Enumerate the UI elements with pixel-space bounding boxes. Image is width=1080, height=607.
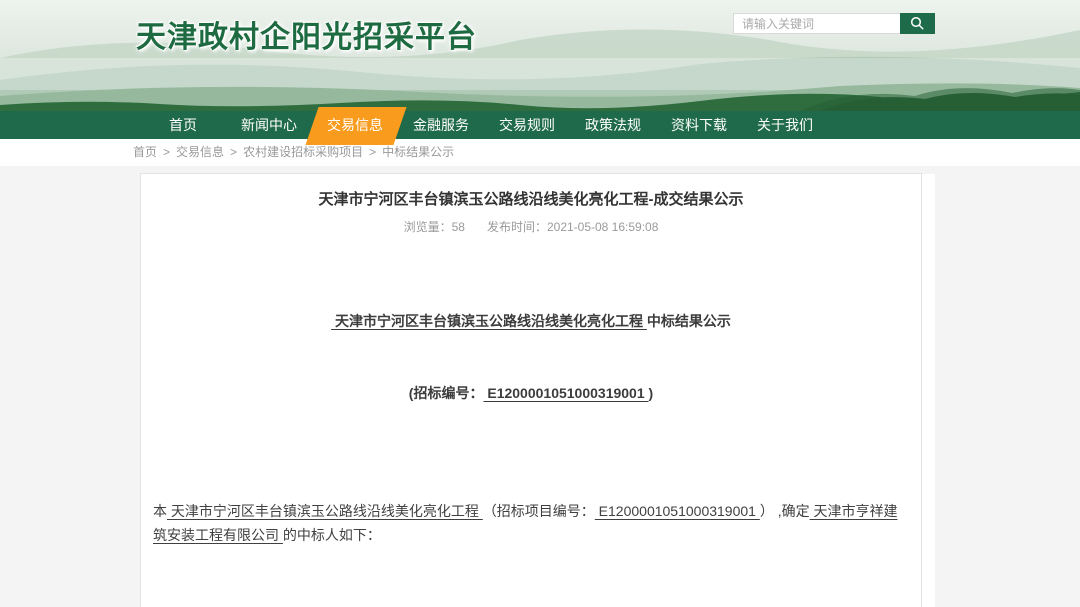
views-count: 58 bbox=[452, 220, 465, 234]
breadcrumb-rural-projects[interactable]: 农村建设招标采购项目 bbox=[243, 145, 363, 159]
breadcrumb-current: 中标结果公示 bbox=[382, 145, 454, 159]
breadcrumb-separator: > bbox=[230, 145, 237, 159]
result-subtitle: 天津市宁河区丰台镇滨玉公路线沿线美化亮化工程 中标结果公示 bbox=[153, 309, 909, 333]
article-meta: 浏览量：58 发布时间：2021-05-08 16:59:08 bbox=[153, 218, 909, 235]
announcement-panel: 天津市宁河区丰台镇滨玉公路线沿线美化亮化工程-成交结果公示 浏览量：58 发布时间… bbox=[140, 173, 922, 607]
breadcrumb-home[interactable]: 首页 bbox=[133, 145, 157, 159]
breadcrumb-separator: > bbox=[163, 145, 170, 159]
nav-item-news[interactable]: 新闻中心 bbox=[226, 111, 312, 139]
nav-item-downloads[interactable]: 资料下载 bbox=[656, 111, 742, 139]
search-input[interactable] bbox=[733, 13, 900, 34]
page-body: 天津市宁河区丰台镇滨玉公路线沿线美化亮化工程-成交结果公示 浏览量：58 发布时间… bbox=[0, 166, 1080, 607]
bid-number-line: (招标编号： E1200001051000319001 ) bbox=[153, 381, 909, 405]
site-title: 天津政村企阳光招采平台 bbox=[136, 12, 477, 56]
search-button[interactable] bbox=[900, 13, 935, 34]
nav-item-about[interactable]: 关于我们 bbox=[742, 111, 828, 139]
header-banner: 天津政村企阳光招采平台 bbox=[0, 0, 1080, 111]
announcement-paragraph: 本 天津市宁河区丰台镇滨玉公路线沿线美化亮化工程 （招标项目编号： E12000… bbox=[153, 499, 909, 547]
publish-time: 2021-05-08 16:59:08 bbox=[547, 220, 658, 234]
breadcrumb: 首页 > 交易信息 > 农村建设招标采购项目 > 中标结果公示 bbox=[0, 139, 1080, 166]
article-title: 天津市宁河区丰台镇滨玉公路线沿线美化亮化工程-成交结果公示 bbox=[153, 190, 909, 210]
search-bar bbox=[733, 13, 935, 34]
article-content: 天津市宁河区丰台镇滨玉公路线沿线美化亮化工程 中标结果公示 (招标编号： E12… bbox=[153, 261, 909, 607]
search-icon bbox=[910, 16, 925, 31]
nav-item-finance[interactable]: 金融服务 bbox=[398, 111, 484, 139]
breadcrumb-separator: > bbox=[369, 145, 376, 159]
nav-item-trade-info[interactable]: 交易信息 bbox=[312, 111, 398, 139]
main-nav: 首页 新闻中心 交易信息 金融服务 交易规则 政策法规 资料下载 关于我们 bbox=[0, 111, 1080, 139]
nav-item-home[interactable]: 首页 bbox=[140, 111, 226, 139]
publish-time-label: 发布时间： bbox=[487, 220, 547, 234]
nav-item-policies[interactable]: 政策法规 bbox=[570, 111, 656, 139]
nav-item-trade-rules[interactable]: 交易规则 bbox=[484, 111, 570, 139]
views-label: 浏览量： bbox=[404, 220, 452, 234]
breadcrumb-trade-info[interactable]: 交易信息 bbox=[176, 145, 224, 159]
